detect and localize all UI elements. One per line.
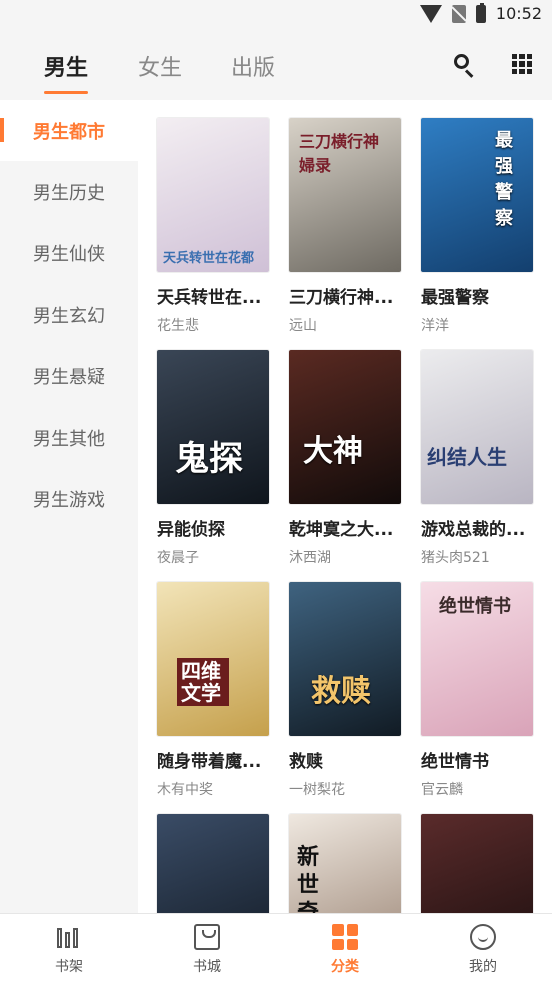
tab-male[interactable]: 男生 bbox=[44, 50, 88, 82]
book-author: 官云麟 bbox=[421, 782, 463, 798]
sidebar-item-xianxia[interactable]: 男生仙侠 bbox=[0, 222, 138, 283]
book-card[interactable]: 四维文学 随身带着魔... 木有中奖 bbox=[157, 582, 269, 799]
book-cover[interactable]: 新世奇 bbox=[289, 814, 401, 913]
sidebar-item-urban[interactable]: 男生都市 bbox=[0, 100, 138, 161]
book-cover[interactable] bbox=[421, 814, 533, 913]
battery-icon bbox=[475, 2, 486, 23]
book-card[interactable]: 绝世情书 绝世情书 官云麟 bbox=[421, 582, 533, 799]
book-cover[interactable]: 三刀横行神婦录 bbox=[289, 118, 401, 272]
book-title: 绝世情书 bbox=[421, 752, 489, 772]
sidebar-item-other[interactable]: 男生其他 bbox=[0, 407, 138, 468]
book-grid: 天兵转世在花都 天兵转世在... 花生悲 三刀横行神婦录 三刀横行神... 远山… bbox=[138, 100, 552, 913]
book-author: 远山 bbox=[289, 318, 317, 334]
book-cover[interactable]: 天兵转世在花都 bbox=[157, 118, 269, 272]
sidebar-item-game[interactable]: 男生游戏 bbox=[0, 468, 138, 529]
book-card[interactable]: 纠结人生 游戏总裁的... 猪头肉521 bbox=[421, 350, 533, 567]
tab-female[interactable]: 女生 bbox=[138, 50, 182, 82]
book-title: 三刀横行神... bbox=[289, 288, 394, 308]
book-card[interactable] bbox=[157, 814, 269, 913]
book-card[interactable]: 天兵转世在花都 天兵转世在... 花生悲 bbox=[157, 118, 269, 335]
book-author: 花生悲 bbox=[157, 318, 199, 334]
book-card[interactable]: 鬼探 异能侦探 夜晨子 bbox=[157, 350, 269, 567]
book-author: 夜晨子 bbox=[157, 550, 199, 566]
book-card[interactable]: 救赎 救赎 一树梨花 bbox=[289, 582, 401, 799]
grid-view-icon[interactable] bbox=[512, 54, 532, 74]
book-author: 沐西湖 bbox=[289, 550, 331, 566]
nav-category[interactable]: 分类 bbox=[305, 924, 385, 976]
profile-icon bbox=[470, 924, 496, 950]
search-icon[interactable] bbox=[452, 52, 476, 78]
nav-label: 分类 bbox=[331, 959, 359, 975]
book-cover[interactable] bbox=[157, 814, 269, 913]
nav-label: 书城 bbox=[193, 959, 221, 975]
book-title: 乾坤寞之大... bbox=[289, 520, 394, 540]
status-time: 10:52 bbox=[495, 4, 542, 23]
sidebar-item-mystery[interactable]: 男生悬疑 bbox=[0, 345, 138, 406]
wifi-icon bbox=[419, 4, 442, 23]
book-title: 天兵转世在... bbox=[157, 288, 262, 308]
nav-label: 我的 bbox=[469, 959, 497, 975]
sidebar-item-fantasy[interactable]: 男生玄幻 bbox=[0, 284, 138, 345]
no-sim-icon bbox=[451, 4, 466, 23]
nav-bookshelf[interactable]: 书架 bbox=[29, 924, 109, 976]
bottom-navigation: 书架 书城 分类 我的 bbox=[0, 913, 552, 983]
book-title: 随身带着魔... bbox=[157, 752, 262, 772]
book-author: 木有中奖 bbox=[157, 782, 213, 798]
book-card[interactable]: 三刀横行神婦录 三刀横行神... 远山 bbox=[289, 118, 401, 335]
book-cover[interactable]: 绝世情书 bbox=[421, 582, 533, 736]
status-bar: 10:52 bbox=[0, 0, 552, 32]
book-author: 一树梨花 bbox=[289, 782, 345, 798]
book-cover[interactable]: 大神 bbox=[289, 350, 401, 504]
book-cover[interactable]: 纠结人生 bbox=[421, 350, 533, 504]
store-icon bbox=[194, 924, 220, 950]
book-author: 猪头肉521 bbox=[421, 550, 490, 566]
book-card[interactable]: 大神 乾坤寞之大... 沐西湖 bbox=[289, 350, 401, 567]
book-card[interactable] bbox=[421, 814, 533, 913]
category-icon bbox=[332, 924, 358, 950]
book-cover[interactable]: 鬼探 bbox=[157, 350, 269, 504]
nav-label: 书架 bbox=[55, 959, 83, 975]
sidebar-item-history[interactable]: 男生历史 bbox=[0, 161, 138, 222]
book-cover[interactable]: 救赎 bbox=[289, 582, 401, 736]
book-title: 游戏总裁的... bbox=[421, 520, 526, 540]
book-author: 洋洋 bbox=[421, 318, 449, 334]
tab-publish[interactable]: 出版 bbox=[231, 50, 275, 82]
book-title: 最强警察 bbox=[421, 288, 489, 308]
book-cover[interactable]: 四维文学 bbox=[157, 582, 269, 736]
top-tab-bar: 男生 女生 出版 bbox=[0, 32, 552, 100]
book-card[interactable]: 最强警察 最强警察 洋洋 bbox=[421, 118, 533, 335]
book-card[interactable]: 新世奇 bbox=[289, 814, 401, 913]
book-cover[interactable]: 最强警察 bbox=[421, 118, 533, 272]
active-tab-indicator bbox=[44, 91, 88, 94]
nav-bookstore[interactable]: 书城 bbox=[167, 924, 247, 976]
category-sidebar: 男生都市 男生历史 男生仙侠 男生玄幻 男生悬疑 男生其他 男生游戏 bbox=[0, 100, 138, 913]
nav-profile[interactable]: 我的 bbox=[443, 924, 523, 976]
shelf-icon bbox=[56, 924, 82, 950]
book-title: 异能侦探 bbox=[157, 520, 225, 540]
book-title: 救赎 bbox=[289, 752, 323, 772]
